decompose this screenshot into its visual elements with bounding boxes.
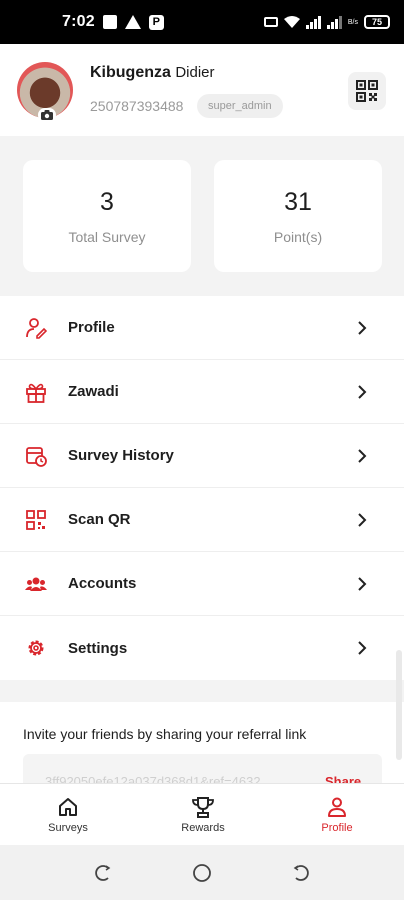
network-speed: B/s	[347, 18, 358, 26]
gift-icon	[26, 383, 46, 403]
status-bar: 7:02 P B/s 75	[0, 0, 404, 44]
nav-profile[interactable]: Profile	[297, 796, 377, 834]
menu-item-settings[interactable]: Settings	[0, 616, 404, 680]
stat-card-total-survey: 3 Total Survey	[23, 160, 191, 272]
menu-label: Accounts	[68, 575, 137, 592]
back-icon[interactable]	[291, 863, 311, 883]
chevron-right-icon	[358, 384, 367, 399]
status-time: 7:02	[62, 13, 95, 30]
chevron-right-icon	[358, 448, 367, 463]
stat-value: 3	[100, 188, 114, 216]
warning-icon	[124, 15, 141, 29]
menu-label: Scan QR	[68, 511, 131, 528]
battery-icon: 75	[364, 15, 390, 29]
menu-item-accounts[interactable]: Accounts	[0, 552, 404, 616]
signal-icon	[305, 15, 321, 29]
user-phone: 250787393488	[90, 98, 184, 114]
system-nav-bar	[0, 845, 404, 900]
qr-code-button[interactable]	[348, 72, 386, 110]
role-badge: super_admin	[197, 94, 283, 118]
menu-label: Settings	[68, 639, 128, 657]
gear-icon	[28, 640, 44, 656]
profile-menu: Profile Zawadi Survey History Scan QR Ac…	[0, 296, 404, 680]
user-edit-icon	[26, 317, 47, 339]
menu-label: Survey History	[68, 447, 174, 464]
notification-square-icon	[102, 15, 117, 29]
stat-label: Point(s)	[273, 229, 323, 245]
menu-item-scan-qr[interactable]: Scan QR	[0, 488, 404, 552]
signal-icon-2	[326, 15, 342, 29]
qr-code-icon	[356, 80, 378, 102]
nav-surveys[interactable]: Surveys	[28, 796, 108, 834]
chevron-right-icon	[358, 641, 367, 655]
home-button-icon[interactable]	[192, 863, 212, 883]
system-status-icons: B/s 75	[263, 15, 390, 29]
nav-label: Surveys	[48, 822, 88, 834]
person-icon	[328, 797, 346, 817]
calendar-clock-icon	[26, 446, 47, 467]
invite-section: Invite your friends by sharing your refe…	[0, 702, 404, 794]
menu-item-profile[interactable]: Profile	[0, 296, 404, 360]
home-icon	[59, 798, 77, 816]
invite-text: Invite your friends by sharing your refe…	[23, 726, 307, 742]
qr-scan-icon	[26, 509, 46, 530]
chevron-right-icon	[358, 576, 367, 591]
nav-rewards[interactable]: Rewards	[163, 796, 243, 834]
menu-label: Profile	[68, 319, 115, 336]
camera-icon[interactable]	[38, 108, 56, 122]
users-icon	[25, 577, 47, 591]
bottom-nav: Surveys Rewards Profile	[0, 783, 404, 845]
menu-item-survey-history[interactable]: Survey History	[0, 424, 404, 488]
nav-label: Profile	[321, 822, 353, 834]
parking-app-icon: P	[148, 14, 164, 30]
chevron-right-icon	[358, 512, 367, 527]
wifi-icon	[283, 16, 300, 28]
edge-panel-handle[interactable]	[396, 650, 402, 760]
vibrate-icon	[263, 17, 278, 27]
chevron-right-icon	[358, 320, 367, 335]
user-first-name: Kibugenza	[90, 64, 171, 81]
menu-label: Zawadi	[68, 383, 119, 400]
stat-value: 31	[284, 188, 312, 216]
notification-icons: P	[102, 14, 164, 30]
user-last-name: Didier	[175, 64, 215, 81]
menu-item-zawadi[interactable]: Zawadi	[0, 360, 404, 424]
trophy-icon	[192, 797, 214, 818]
user-name: Kibugenza Didier	[90, 64, 215, 82]
recent-apps-icon[interactable]	[93, 863, 113, 883]
stat-label: Total Survey	[68, 229, 146, 245]
nav-label: Rewards	[181, 822, 225, 834]
stat-card-points: 31 Point(s)	[214, 160, 382, 272]
profile-header: Kibugenza Didier 250787393488 super_admi…	[0, 44, 404, 136]
